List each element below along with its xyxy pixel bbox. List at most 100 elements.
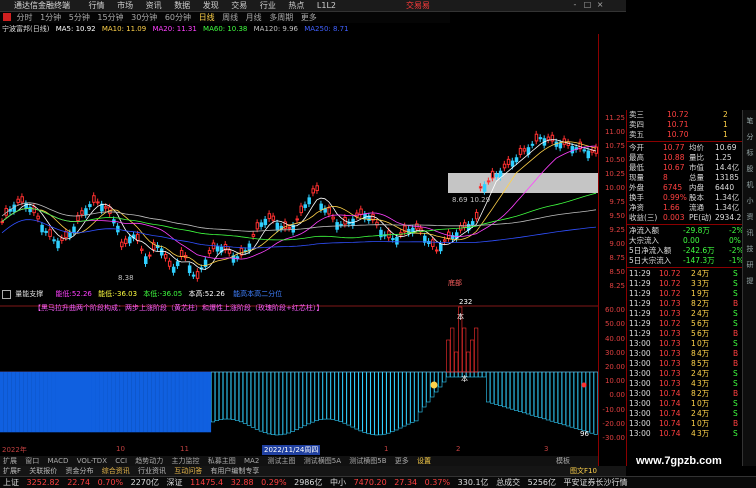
sz-index-name[interactable]: 深证: [167, 478, 183, 487]
price-tick-label: 10.00: [604, 184, 625, 192]
candle-body: [52, 239, 56, 242]
side-tool-item[interactable]: 资: [743, 212, 756, 222]
connection-label[interactable]: 平安证券长沙行情: [564, 478, 628, 487]
period-tab-15min[interactable]: 15分钟: [97, 12, 123, 23]
tick-side: S: [733, 379, 738, 388]
candle-body: [295, 218, 300, 221]
f10-button[interactable]: 图文F10: [570, 466, 597, 476]
tab-ext[interactable]: 扩展: [0, 456, 20, 466]
tick-unit: 4万: [697, 309, 710, 318]
menu-item-news[interactable]: 资讯: [146, 0, 162, 11]
candle-body: [235, 256, 240, 259]
side-tool-item[interactable]: 笔: [743, 116, 756, 126]
func-ext[interactable]: 扩展F: [0, 466, 24, 476]
side-tool-item[interactable]: 机: [743, 180, 756, 190]
ma120-label: MA120: 9.96: [253, 25, 298, 33]
candle-body: [331, 216, 335, 220]
side-tool-item[interactable]: 技: [743, 244, 756, 254]
menu-item-data[interactable]: 数据: [174, 0, 190, 11]
indicator-chart[interactable]: 【黑马拉升曲两个阶段构成：两步上涨阶段（黄芯柱）和爆性上涨阶段（玫瑰阶段+红芯柱…: [0, 299, 598, 445]
indicator-name[interactable]: 量能支撑: [15, 290, 43, 298]
menu-item-hot[interactable]: 热点: [288, 0, 304, 11]
period-tab-month[interactable]: 月线: [246, 12, 262, 23]
func-fund-dist[interactable]: 资金分布: [63, 466, 97, 476]
period-tab-30min[interactable]: 30分钟: [131, 12, 157, 23]
period-tab-day[interactable]: 日线: [199, 12, 215, 23]
side-tool-item[interactable]: 分: [743, 132, 756, 142]
close-button[interactable]: ×: [595, 0, 605, 9]
tab-test-5a[interactable]: 测试横图5A: [301, 456, 344, 466]
sh-index-change: 22.74: [67, 478, 91, 487]
tab-settings[interactable]: 设置: [414, 456, 434, 466]
period-tab-more[interactable]: 更多: [301, 12, 317, 23]
minimize-button[interactable]: -: [570, 0, 580, 9]
period-tab-multi[interactable]: 多周期: [269, 12, 293, 23]
menu-item-hq[interactable]: 行情: [89, 0, 105, 11]
tab-cci[interactable]: CCI: [112, 457, 130, 465]
sh-index-name[interactable]: 上证: [3, 478, 19, 487]
price-tick-label: 11.25: [604, 114, 625, 122]
tick-volume: 5: [691, 319, 696, 328]
tab-ma2[interactable]: MA2: [241, 457, 262, 465]
indicator-bar: [167, 371, 172, 433]
flow-value: -242.6万: [683, 246, 715, 255]
zx-index-name[interactable]: 中小: [330, 478, 346, 487]
tick-volume: 8: [691, 349, 696, 358]
period-tab-week[interactable]: 周线: [222, 12, 238, 23]
side-tool-item[interactable]: 研: [743, 260, 756, 270]
tick-price: 10.73: [659, 299, 681, 308]
maximize-button[interactable]: □: [583, 0, 593, 9]
indicator-bar: [87, 371, 92, 433]
indicator-bar: [513, 371, 519, 411]
candlestick-chart[interactable]: 8.38 8.69 10.29 底部: [0, 34, 598, 286]
template-button[interactable]: 模板: [556, 456, 570, 466]
side-tool-item[interactable]: 小: [743, 196, 756, 206]
indicator-bar: [394, 371, 399, 431]
tick-row: 13:00 10.73 8 4万 B: [627, 349, 743, 359]
indicator-toggle-icon[interactable]: [2, 290, 11, 299]
stat-value-b: 2934.2: [715, 213, 742, 222]
indicator-bar: [183, 371, 188, 433]
mid-price-mark: 8.69: [452, 196, 468, 204]
indicator-bar: [250, 371, 255, 428]
side-tool-item[interactable]: 股: [743, 164, 756, 174]
menu-item-industry[interactable]: 行业: [260, 0, 276, 11]
side-tool-item[interactable]: 标: [743, 148, 756, 158]
broker-label[interactable]: 交易易: [406, 0, 430, 11]
tab-window[interactable]: 窗口: [22, 456, 42, 466]
flow-row: 大宗流入 0.00 0%: [627, 236, 743, 246]
period-tab-fenshi[interactable]: 分时: [17, 12, 33, 23]
side-tool-item[interactable]: 讯: [743, 228, 756, 238]
indicator-bar: [23, 371, 28, 433]
tab-more[interactable]: 更多: [392, 456, 412, 466]
func-related-quote[interactable]: 关联报价: [26, 466, 60, 476]
menu-item-market[interactable]: 市场: [117, 0, 133, 11]
tick-volume: 3: [691, 279, 696, 288]
menu-item-l1l2[interactable]: L1L2: [317, 1, 336, 10]
side-tool-item[interactable]: 提: [743, 276, 756, 286]
tick-unit: 6万: [697, 329, 710, 338]
func-industry-news[interactable]: 行业资讯: [135, 466, 169, 476]
tab-main-monitor[interactable]: 主力监控: [169, 456, 203, 466]
candle-body: [546, 136, 551, 141]
func-news[interactable]: 综合资讯: [99, 466, 133, 476]
period-tab-60min[interactable]: 60分钟: [165, 12, 191, 23]
menu-item-discover[interactable]: 发现: [203, 0, 219, 11]
period-tab-5min[interactable]: 5分钟: [69, 12, 90, 23]
tab-vol[interactable]: VOL-TDX: [74, 457, 110, 465]
indicator-bar: [47, 371, 52, 433]
tab-private[interactable]: 私募主图: [205, 456, 239, 466]
tick-time: 11:29: [629, 329, 651, 338]
tick-price: 10.74: [659, 399, 681, 408]
tab-macd[interactable]: MACD: [44, 457, 71, 465]
tick-price: 10.74: [659, 429, 681, 438]
func-qa[interactable]: 互动问答: [171, 466, 205, 476]
period-tab-1min[interactable]: 1分钟: [40, 12, 61, 23]
func-user[interactable]: 有用户编制专享: [207, 466, 262, 476]
tab-test-5b[interactable]: 测试横图5B: [346, 456, 389, 466]
tick-price: 10.74: [659, 409, 681, 418]
quote-panel: 卖三 10.72 2 卖四 10.71 1 卖五 10.70 1 今开 10.77 均价 10.69 最…: [626, 110, 744, 466]
tab-test-main[interactable]: 测试主图: [265, 456, 299, 466]
menu-item-trade[interactable]: 交易: [231, 0, 247, 11]
tab-trend[interactable]: 趋势动力: [132, 456, 166, 466]
